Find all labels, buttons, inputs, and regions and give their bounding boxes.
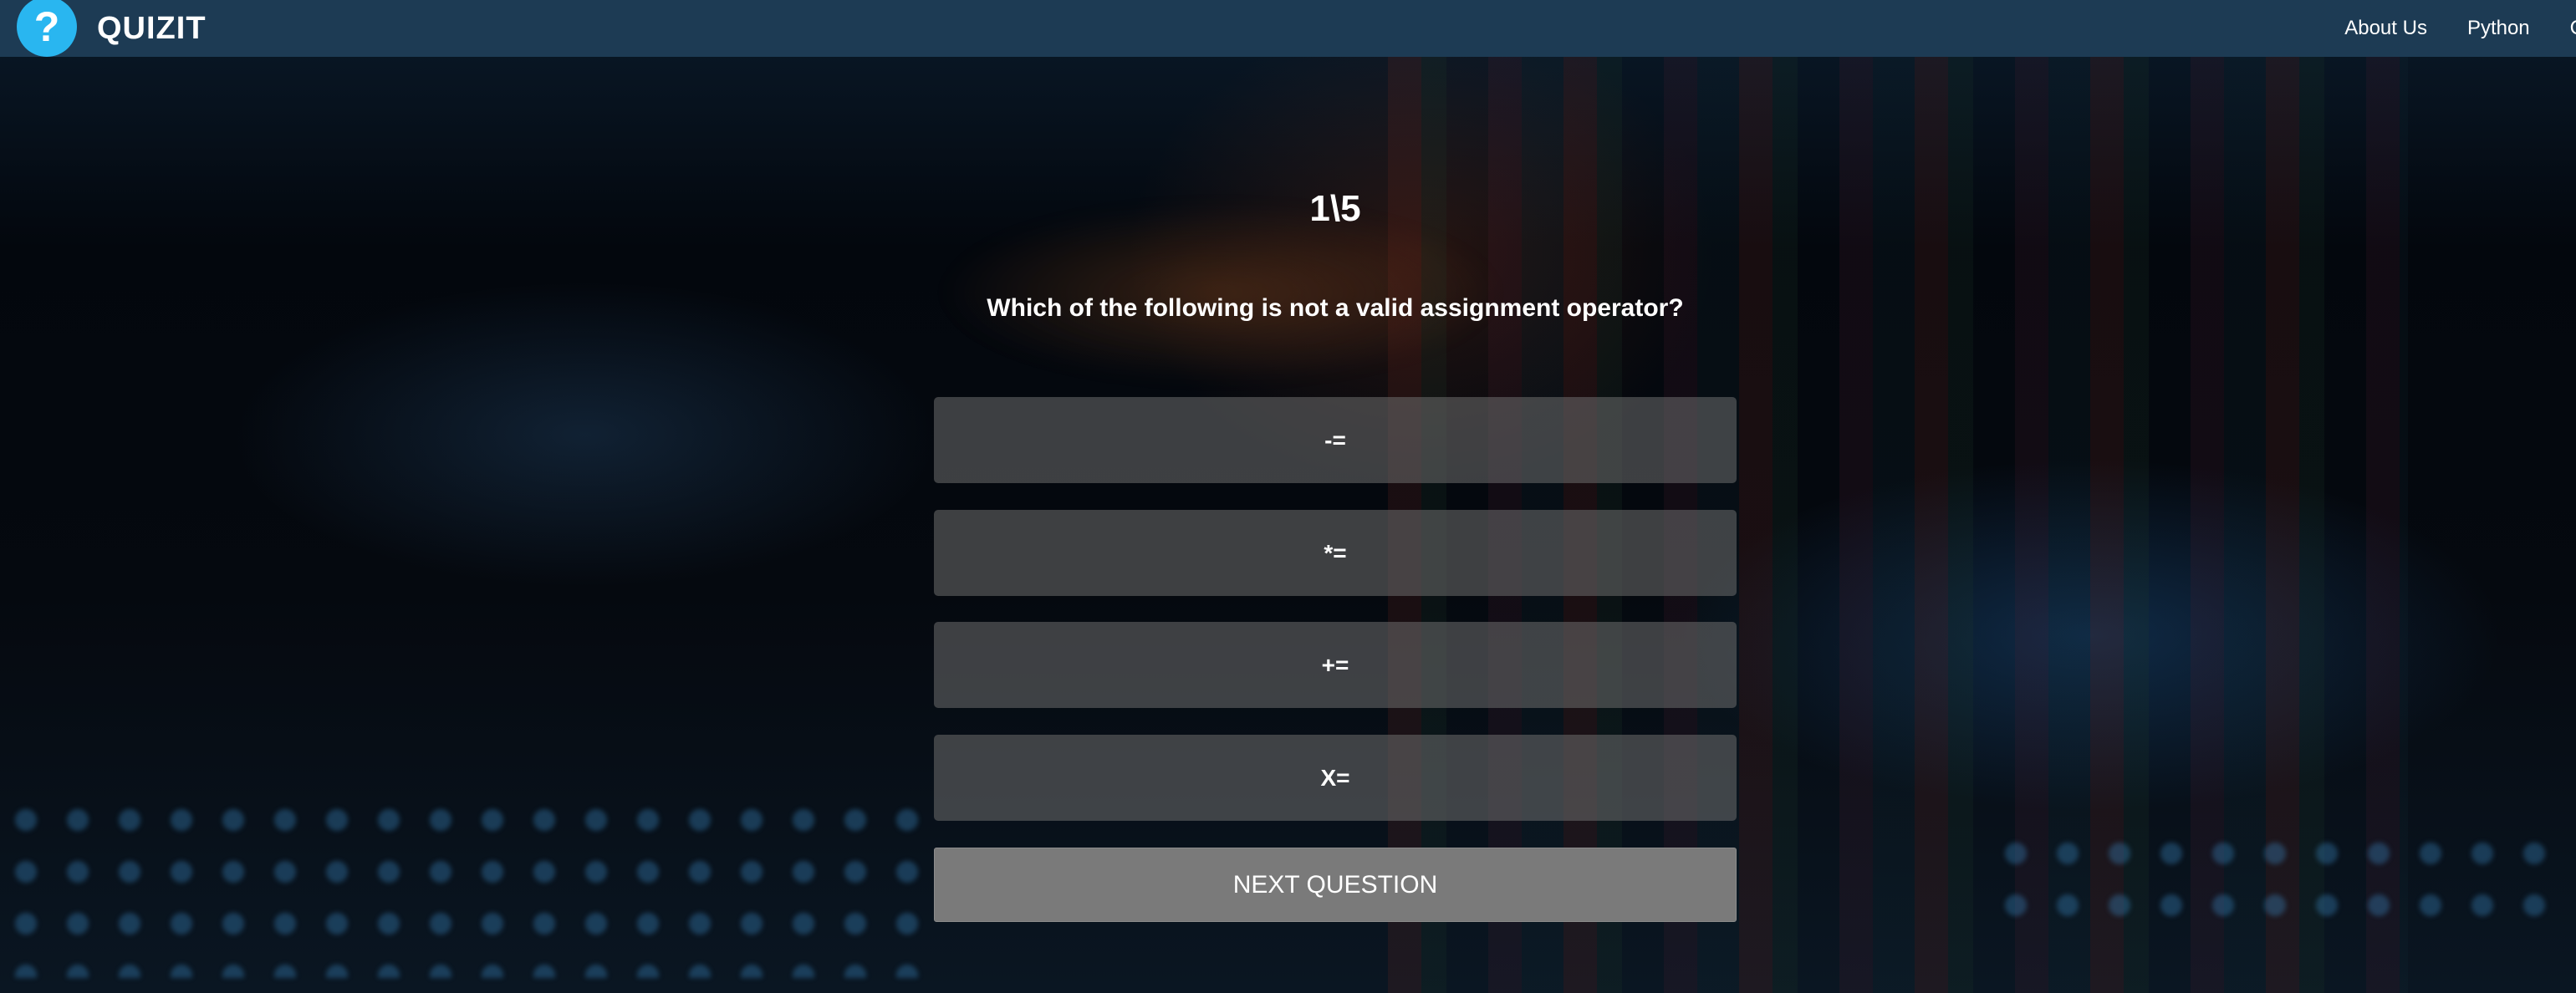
answer-option-4[interactable]: X= xyxy=(934,735,1737,821)
answer-option-3[interactable]: += xyxy=(934,622,1737,708)
page: ? QUIZIT About Us Python C 1\5 Which of … xyxy=(0,0,2576,993)
question-progress: 1\5 xyxy=(1309,188,1361,229)
question-text: Which of the following is not a valid as… xyxy=(987,294,1684,322)
nav-links: About Us Python C xyxy=(2344,0,2576,57)
next-question-button[interactable]: NEXT QUESTION xyxy=(934,848,1737,922)
nav-link-about-us[interactable]: About Us xyxy=(2344,17,2427,40)
brand-name: QUIZIT xyxy=(97,10,207,46)
brand[interactable]: ? QUIZIT xyxy=(17,0,207,57)
question-mark-logo-icon: ? xyxy=(17,0,77,57)
background-bokeh-right xyxy=(1990,828,2575,928)
navbar: ? QUIZIT About Us Python C xyxy=(0,0,2576,57)
background-bokeh-left xyxy=(0,794,920,978)
answer-option-2[interactable]: *= xyxy=(934,510,1737,596)
answer-option-1[interactable]: -= xyxy=(934,397,1737,483)
nav-link-c[interactable]: C xyxy=(2570,17,2576,40)
nav-link-python[interactable]: Python xyxy=(2467,17,2530,40)
